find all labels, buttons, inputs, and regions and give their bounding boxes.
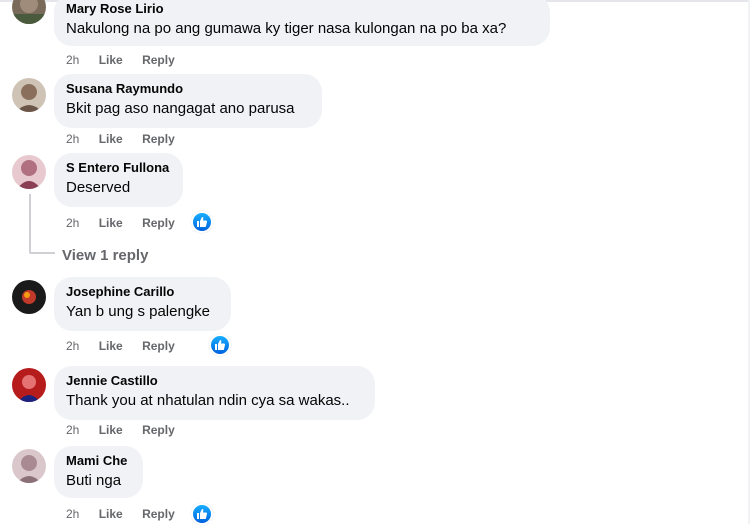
reply-button[interactable]: Reply xyxy=(142,506,175,522)
comment-author[interactable]: Mami Che xyxy=(66,453,131,469)
comment-bubble: Susana Raymundo Bkit pag aso nangagat an… xyxy=(54,74,322,128)
comment-text: Thank you at nhatulan ndin cya sa wakas.… xyxy=(66,392,350,409)
comment-actions: 2h Like Reply xyxy=(66,422,175,438)
like-reaction-icon[interactable] xyxy=(191,211,213,233)
comment-actions: 2h Like Reply xyxy=(66,506,175,522)
comment-author[interactable]: Susana Raymundo xyxy=(66,81,310,97)
like-button[interactable]: Like xyxy=(99,131,123,147)
avatar[interactable] xyxy=(12,78,46,112)
comment-time[interactable]: 2h xyxy=(66,131,79,147)
comment-bubble: S Entero Fullona Deserved xyxy=(54,153,183,207)
like-reaction-icon[interactable] xyxy=(209,334,231,356)
comment-actions: 2h Like Reply xyxy=(66,52,175,68)
comment-actions: 2h Like Reply xyxy=(66,338,175,354)
comment-time[interactable]: 2h xyxy=(66,506,79,522)
like-reaction-icon[interactable] xyxy=(191,503,213,525)
reply-button[interactable]: Reply xyxy=(142,338,175,354)
reply-button[interactable]: Reply xyxy=(142,215,175,231)
like-button[interactable]: Like xyxy=(99,422,123,438)
comment-bubble: Josephine Carillo Yan b ung s palengke xyxy=(54,277,231,331)
reply-button[interactable]: Reply xyxy=(142,422,175,438)
comment-text: Nakulong na po ang gumawa ky tiger nasa … xyxy=(66,20,507,37)
like-button[interactable]: Like xyxy=(99,338,123,354)
comment-time[interactable]: 2h xyxy=(66,338,79,354)
comment-actions: 2h Like Reply xyxy=(66,131,175,147)
avatar[interactable] xyxy=(12,155,46,189)
thread-connector xyxy=(29,194,31,252)
like-button[interactable]: Like xyxy=(99,506,123,522)
comment-text: Buti nga xyxy=(66,472,122,489)
thread-connector xyxy=(29,252,55,254)
comment-author[interactable]: Jennie Castillo xyxy=(66,373,363,389)
comment-text: Deserved xyxy=(66,179,131,196)
comment-actions: 2h Like Reply xyxy=(66,215,175,231)
reply-button[interactable]: Reply xyxy=(142,52,175,68)
like-button[interactable]: Like xyxy=(99,215,123,231)
like-button[interactable]: Like xyxy=(99,52,123,68)
comment-author[interactable]: S Entero Fullona xyxy=(66,160,171,176)
avatar[interactable] xyxy=(12,280,46,314)
avatar[interactable] xyxy=(12,0,46,24)
comment-time[interactable]: 2h xyxy=(66,422,79,438)
comment-time[interactable]: 2h xyxy=(66,52,79,68)
view-replies-link[interactable]: View 1 reply xyxy=(62,246,148,266)
avatar[interactable] xyxy=(12,449,46,483)
comment-time[interactable]: 2h xyxy=(66,215,79,231)
comment-text: Bkit pag aso nangagat ano parusa xyxy=(66,100,295,117)
reply-button[interactable]: Reply xyxy=(142,131,175,147)
comment-author[interactable]: Mary Rose Lirio xyxy=(66,1,538,17)
comment-bubble: Mami Che Buti nga xyxy=(54,446,143,498)
avatar[interactable] xyxy=(12,368,46,402)
comment-bubble: Jennie Castillo Thank you at nhatulan nd… xyxy=(54,366,375,420)
comment-text: Yan b ung s palengke xyxy=(66,303,211,320)
comment-bubble: Mary Rose Lirio Nakulong na po ang gumaw… xyxy=(54,0,550,46)
comment-author[interactable]: Josephine Carillo xyxy=(66,284,219,300)
